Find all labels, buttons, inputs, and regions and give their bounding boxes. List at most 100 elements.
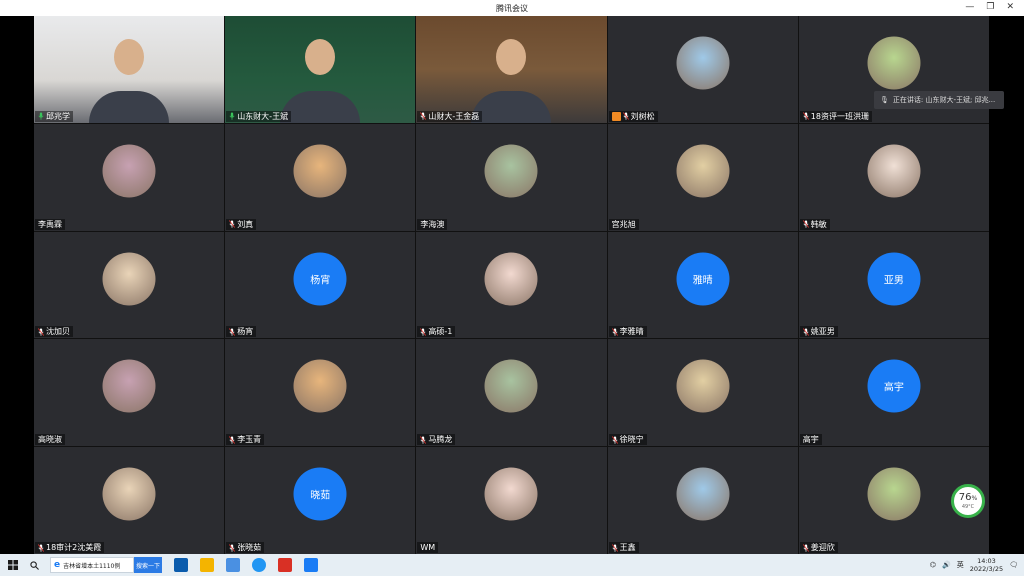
- person-body: [280, 90, 361, 123]
- windows-start-icon[interactable]: [0, 554, 26, 576]
- mic-muted-icon: [802, 543, 809, 552]
- participant-name: 徐晓宁: [619, 435, 644, 445]
- mic-muted-icon: [229, 328, 236, 336]
- participant-nameplate: WM: [417, 542, 439, 553]
- participant-tile[interactable]: 高晓淑: [34, 339, 225, 447]
- participant-name: 高宇: [802, 435, 819, 445]
- participant-nameplate: 沈加贝: [35, 326, 73, 338]
- participant-tile[interactable]: 李海澳: [416, 123, 607, 231]
- participant-avatar: [484, 359, 538, 413]
- mic-muted-icon: [420, 112, 427, 121]
- participant-video: [416, 16, 607, 123]
- search-button[interactable]: 搜索一下: [134, 557, 162, 573]
- participant-name: 姜迎欣: [810, 543, 835, 552]
- volume-icon[interactable]: 🔊: [942, 561, 951, 569]
- mic-muted-icon: [38, 543, 44, 552]
- clock[interactable]: 14:03 2022/3/25: [970, 557, 1003, 573]
- participant-tile[interactable]: 韩敏: [798, 123, 989, 231]
- participant-tile[interactable]: 雅晴李雅晴: [607, 231, 798, 339]
- participant-name: 18审计2沈美霞: [46, 543, 102, 552]
- participant-nameplate: 山东财大-王斌: [226, 110, 292, 122]
- app-icon[interactable]: [226, 558, 240, 572]
- participant-nameplate: 高硕-1: [417, 326, 456, 338]
- network-tray-icon[interactable]: ⌬: [930, 561, 936, 569]
- participant-tile[interactable]: 李玉青: [225, 339, 416, 447]
- participant-tile[interactable]: WM: [416, 447, 607, 554]
- participant-avatar: 杨宵: [293, 252, 347, 306]
- search-icon[interactable]: [26, 554, 42, 576]
- participant-tile[interactable]: 马腾龙: [416, 339, 607, 447]
- participant-name: 沈加贝: [46, 327, 70, 337]
- participant-tile[interactable]: 亚男姚亚男: [798, 231, 989, 339]
- window-titlebar: 腾讯会议 — ❐ ✕: [0, 0, 1024, 16]
- wps-icon[interactable]: [278, 558, 292, 572]
- person-head: [114, 39, 145, 76]
- participant-name: 刘真: [237, 219, 254, 229]
- participant-nameplate: 18审计2沈美霞: [35, 542, 105, 553]
- participant-tile[interactable]: 王鑫: [607, 447, 798, 554]
- mic-muted-icon: [611, 435, 618, 444]
- participant-avatar: 亚男: [867, 252, 921, 306]
- participant-nameplate: 山财大-王金磊: [417, 110, 483, 122]
- participant-tile[interactable]: 刘真: [225, 123, 416, 231]
- avatar-initials: 雅晴: [692, 275, 713, 287]
- network-meter[interactable]: 76% 49°C: [951, 484, 985, 518]
- close-icon[interactable]: ✕: [1006, 2, 1014, 12]
- participant-tile[interactable]: 晓茹张晓茹: [225, 447, 416, 554]
- participant-tile[interactable]: 沈加贝: [34, 231, 225, 339]
- participant-tile[interactable]: 邱兆学: [34, 16, 225, 123]
- participant-name: 姚亚男: [810, 327, 835, 337]
- browser-search-input[interactable]: e 吉林省增本土1110例: [50, 557, 134, 573]
- avatar-initials: 高宇: [883, 382, 904, 394]
- participant-avatar: [484, 467, 538, 521]
- network-unit: %: [971, 494, 978, 502]
- participant-name: 张晓茹: [237, 543, 262, 552]
- participant-grid: 邱兆学 山东财大-王斌 山财大-王金磊 刘树松 18资评一班洪珊李禹霖 刘真 李海澳 宫兆旭 韩…: [34, 16, 989, 554]
- participant-name: 王鑫: [619, 543, 636, 552]
- participant-nameplate: 刘真: [226, 218, 257, 230]
- mic-muted-icon: [611, 543, 618, 552]
- window-title: 腾讯会议: [496, 4, 528, 13]
- participant-name: 18资评一班洪珊: [810, 111, 869, 121]
- participant-tile[interactable]: 李禹霖: [34, 123, 225, 231]
- participant-name: 杨宵: [237, 327, 254, 337]
- mic-muted-icon: [229, 543, 236, 552]
- participant-tile[interactable]: 山东财大-王斌: [225, 16, 416, 123]
- person-head: [305, 39, 336, 76]
- participant-nameplate: 张晓茹: [226, 542, 265, 553]
- participant-tile[interactable]: 刘树松: [607, 16, 798, 123]
- participant-tile[interactable]: 杨宵 杨宵: [225, 231, 416, 339]
- mic-muted-icon: [611, 328, 618, 336]
- file-explorer-icon[interactable]: [200, 558, 214, 572]
- store-icon[interactable]: [174, 558, 188, 572]
- participant-tile[interactable]: 高硕-1: [416, 231, 607, 339]
- participant-nameplate: 马腾龙: [417, 434, 456, 446]
- participant-nameplate: 18资评一班洪珊: [799, 110, 872, 122]
- participant-tile[interactable]: 山财大-王金磊: [416, 16, 607, 123]
- participant-tile[interactable]: 18审计2沈美霞: [34, 447, 225, 554]
- person-head: [496, 39, 527, 76]
- participant-nameplate: 韩敏: [799, 218, 830, 230]
- tencent-meeting-icon[interactable]: [304, 558, 318, 572]
- notification-icon[interactable]: 🗨: [1009, 561, 1018, 569]
- network-temp: 49°C: [961, 503, 975, 510]
- participant-tile[interactable]: 宫兆旭: [607, 123, 798, 231]
- taskbar: e 吉林省增本土1110例 搜索一下 ⌬ 🔊 英 14:03 2022/3/25…: [0, 554, 1024, 576]
- participant-name: 李雅晴: [619, 327, 644, 337]
- sogou-icon[interactable]: [252, 558, 266, 572]
- participant-name: 韩敏: [810, 219, 827, 229]
- minimize-icon[interactable]: —: [965, 2, 974, 12]
- participant-nameplate: 高晓淑: [35, 434, 65, 446]
- ime-icon[interactable]: 英: [957, 560, 964, 570]
- participant-tile[interactable]: 徐晓宁: [607, 339, 798, 447]
- network-percent: 76: [958, 491, 972, 503]
- participant-tile[interactable]: 高宇 高宇: [798, 339, 989, 447]
- participant-avatar: 晓茹: [293, 467, 347, 521]
- browser-e-icon: e: [54, 560, 61, 570]
- participant-name: 宫兆旭: [611, 219, 636, 229]
- restore-icon[interactable]: ❐: [986, 2, 994, 12]
- participant-avatar: [867, 467, 921, 521]
- participant-avatar: [102, 359, 156, 413]
- mic-muted-icon: [420, 328, 427, 336]
- participant-avatar: [484, 252, 538, 306]
